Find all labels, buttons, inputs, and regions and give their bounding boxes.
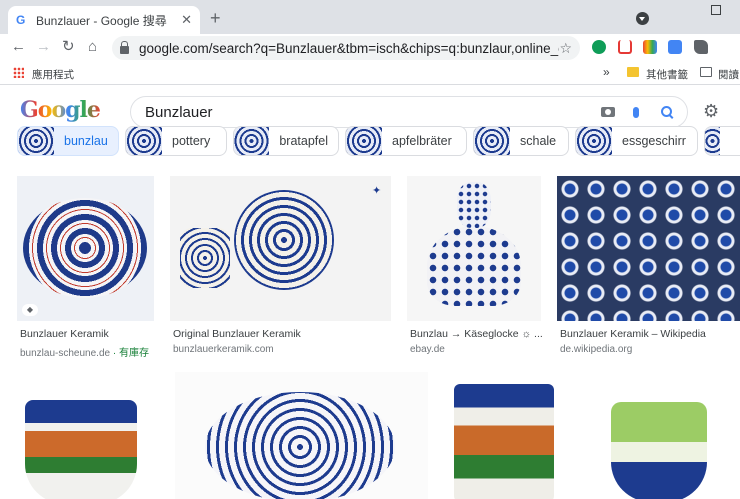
result-title[interactable]: Bunzlauer Keramik bbox=[20, 328, 109, 340]
image-result[interactable] bbox=[444, 372, 587, 499]
browser-toolbar: ← → ↻ ⌂ google.com/search?q=Bunzlauer&tb… bbox=[0, 34, 740, 60]
result-image[interactable] bbox=[407, 176, 541, 321]
chip-label: bunzlau bbox=[64, 134, 108, 148]
source-domain: bunzlau-scheune.de bbox=[20, 348, 111, 359]
home-button[interactable]: ⌂ bbox=[88, 39, 97, 55]
bookmark-reading-list[interactable]: 閱讀 bbox=[718, 67, 739, 82]
chip-thumbnail bbox=[576, 127, 612, 155]
chip-next-partial[interactable] bbox=[704, 126, 740, 156]
result-source: ebay.de bbox=[410, 344, 445, 355]
lock-icon[interactable] bbox=[120, 40, 129, 54]
related-chips-row: bunzlau pottery bratapfel apfelbräter sc… bbox=[0, 126, 740, 158]
result-image[interactable] bbox=[17, 372, 159, 499]
image-result[interactable]: ◆ Bunzlauer Keramik bunzlau-scheune.de ·… bbox=[17, 176, 154, 359]
google-favicon-icon: G bbox=[16, 13, 26, 27]
result-image[interactable] bbox=[170, 176, 391, 321]
chip-label: apfelbräter bbox=[392, 134, 452, 148]
google-doodle-logo[interactable]: Google bbox=[20, 97, 101, 123]
color-extension-icon[interactable] bbox=[643, 40, 657, 54]
new-tab-button[interactable]: + bbox=[210, 9, 221, 27]
chip-thumbnail bbox=[126, 127, 162, 155]
chip-apfelbraeter[interactable]: apfelbräter bbox=[345, 126, 467, 156]
chip-thumbnail bbox=[705, 127, 720, 155]
product-tag-icon: ◆ bbox=[22, 304, 38, 316]
apps-grid-icon[interactable] bbox=[13, 67, 24, 78]
chip-label: pottery bbox=[172, 134, 211, 148]
camera-search-icon[interactable] bbox=[601, 107, 615, 117]
back-button[interactable]: ← bbox=[11, 39, 26, 55]
chip-thumbnail bbox=[18, 127, 54, 155]
forward-button[interactable]: → bbox=[36, 39, 51, 55]
search-icon[interactable] bbox=[661, 106, 673, 118]
result-image[interactable] bbox=[17, 176, 154, 321]
bookmark-apps[interactable]: 應用程式 bbox=[32, 67, 74, 82]
image-result[interactable] bbox=[601, 372, 740, 499]
image-result[interactable]: Bunzlau → Käseglocke ☼ ... ebay.de bbox=[407, 176, 543, 356]
maximize-window-button[interactable] bbox=[711, 5, 721, 15]
bookmark-other[interactable]: 其他書籤 bbox=[646, 67, 688, 82]
folder-icon bbox=[627, 67, 639, 77]
grammarly-extension-icon[interactable] bbox=[592, 40, 606, 54]
tab-title: Bunzlauer - Google 搜尋 bbox=[36, 13, 167, 28]
image-result[interactable]: ✦ Original Bunzlauer Keramik bunzlauerke… bbox=[170, 176, 391, 356]
result-image[interactable] bbox=[557, 176, 740, 321]
result-title[interactable]: Bunzlau → Käseglocke ☼ ... bbox=[410, 328, 543, 340]
bookmark-star-icon[interactable]: ☆ bbox=[559, 40, 572, 57]
browser-tab[interactable]: G Bunzlauer - Google 搜尋 ✕ bbox=[8, 6, 200, 34]
chip-bratapfel[interactable]: bratapfel bbox=[233, 126, 339, 156]
chip-thumbnail bbox=[474, 127, 510, 155]
bookmarks-bar: 應用程式 » 其他書籤 閱讀 bbox=[0, 60, 740, 85]
chip-essgeschirr[interactable]: essgeschirr bbox=[575, 126, 698, 156]
tab-search-icon[interactable] bbox=[636, 12, 649, 25]
address-bar[interactable]: google.com/search?q=Bunzlauer&tbm=isch&c… bbox=[112, 36, 580, 60]
in-stock-label: · 有庫存 bbox=[112, 348, 149, 359]
brand-mark-icon: ✦ bbox=[372, 185, 382, 197]
logo-text: Google bbox=[20, 97, 101, 123]
result-image[interactable] bbox=[444, 372, 587, 499]
tab-strip: G Bunzlauer - Google 搜尋 ✕ + bbox=[0, 0, 740, 34]
result-source: bunzlauerkeramik.com bbox=[173, 344, 274, 355]
result-source: bunzlau-scheune.de · 有庫存 bbox=[20, 344, 149, 359]
search-input[interactable] bbox=[145, 103, 601, 121]
chip-label: schale bbox=[520, 134, 557, 148]
chip-pottery[interactable]: pottery bbox=[125, 126, 227, 156]
translate-extension-icon[interactable] bbox=[668, 40, 682, 54]
chip-thumbnail bbox=[234, 127, 270, 155]
settings-gear-icon[interactable]: ⚙ bbox=[703, 101, 719, 122]
search-box[interactable] bbox=[130, 96, 688, 128]
result-image[interactable] bbox=[175, 372, 428, 499]
chip-bunzlau[interactable]: bunzlau bbox=[17, 126, 119, 156]
image-result[interactable]: Bunzlauer Keramik – Wikipedia de.wikiped… bbox=[557, 176, 740, 356]
chip-schale[interactable]: schale bbox=[473, 126, 569, 156]
puzzle-extensions-icon[interactable] bbox=[694, 40, 708, 54]
more-bookmarks-button[interactable]: » bbox=[603, 65, 610, 79]
close-tab-icon[interactable]: ✕ bbox=[181, 12, 192, 28]
chip-label: essgeschirr bbox=[622, 134, 686, 148]
cart-extension-icon[interactable] bbox=[618, 40, 632, 54]
chip-thumbnail bbox=[346, 127, 382, 155]
microphone-icon[interactable] bbox=[633, 106, 639, 118]
result-title[interactable]: Original Bunzlauer Keramik bbox=[173, 328, 301, 340]
url-text[interactable]: google.com/search?q=Bunzlauer&tbm=isch&c… bbox=[139, 41, 559, 56]
reload-button[interactable]: ↻ bbox=[62, 39, 75, 55]
chip-label: bratapfel bbox=[279, 134, 328, 148]
image-result[interactable] bbox=[17, 372, 159, 499]
result-source: de.wikipedia.org bbox=[560, 344, 633, 355]
result-image[interactable] bbox=[601, 372, 740, 499]
result-title[interactable]: Bunzlauer Keramik – Wikipedia bbox=[560, 328, 706, 340]
reading-list-icon bbox=[700, 67, 712, 77]
image-result[interactable] bbox=[175, 372, 428, 499]
